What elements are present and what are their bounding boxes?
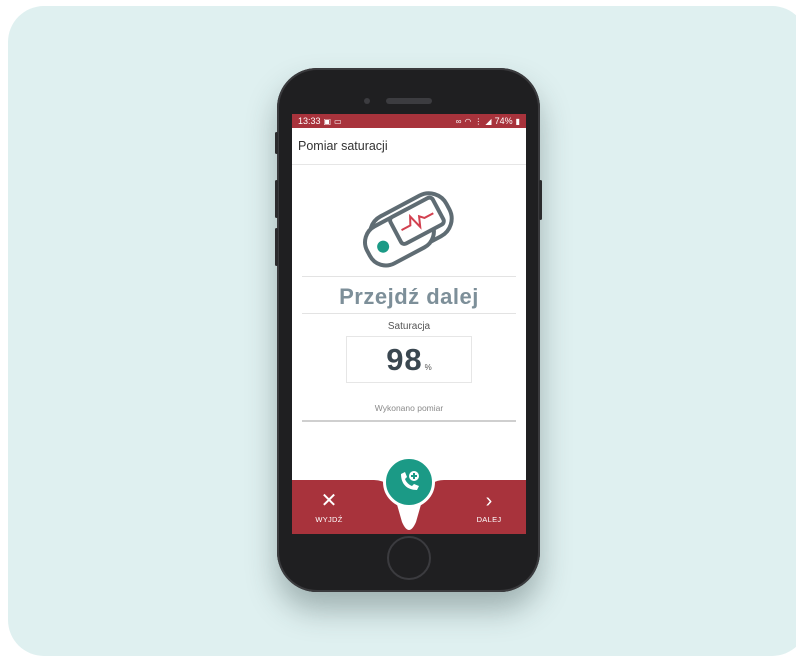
close-icon: ✕	[320, 489, 338, 512]
call-button[interactable]	[383, 456, 435, 508]
exit-label: WYJDŹ	[315, 514, 343, 524]
saturation-unit: %	[424, 363, 432, 372]
phone-speaker	[386, 98, 432, 104]
battery-percent: 74%	[494, 116, 513, 126]
phone-camera	[364, 98, 370, 104]
chevron-right-icon: ›	[485, 489, 493, 512]
saturation-value: 98	[386, 341, 423, 377]
phone-power-button	[539, 180, 542, 220]
wifi-icon: ◠	[464, 116, 472, 126]
phone-volume-up	[275, 180, 278, 218]
exit-button[interactable]: ✕ WYJDŹ	[304, 480, 354, 534]
app-screen: 13:33 ▣ ▭ ∞ ◠ ⋮ ◢ 74% ▮ Pomiar saturacji	[292, 114, 526, 534]
next-button[interactable]: › DALEJ	[464, 480, 514, 534]
status-bar: 13:33 ▣ ▭ ∞ ◠ ⋮ ◢ 74% ▮	[292, 114, 526, 128]
divider-top	[302, 276, 516, 277]
image-icon: ▣	[323, 116, 332, 126]
app-bar: Pomiar saturacji	[292, 128, 526, 165]
measurement-status: Wykonano pomiar	[374, 403, 444, 413]
saturation-readout: 98 %	[346, 336, 472, 383]
page-title: Pomiar saturacji	[298, 139, 388, 153]
next-label: DALEJ	[476, 514, 502, 524]
measurement-underline	[302, 420, 516, 422]
saturation-label: Saturacja	[387, 321, 431, 332]
message-icon: ▭	[334, 116, 342, 126]
phone-mute-switch	[275, 132, 278, 154]
next-step-title: Przejdź dalej	[339, 284, 479, 309]
phone-plus-icon	[401, 471, 419, 490]
pulse-oximeter-icon	[354, 180, 464, 275]
signal-icon: ◢	[485, 116, 492, 126]
status-time: 13:33	[298, 116, 321, 126]
divider-bottom	[302, 313, 516, 314]
link-icon: ∞	[455, 116, 462, 126]
phone-volume-down	[275, 228, 278, 266]
battery-icon: ▮	[515, 116, 520, 126]
phone-home-button[interactable]	[387, 536, 431, 580]
lte-icon: ⋮	[474, 116, 483, 126]
